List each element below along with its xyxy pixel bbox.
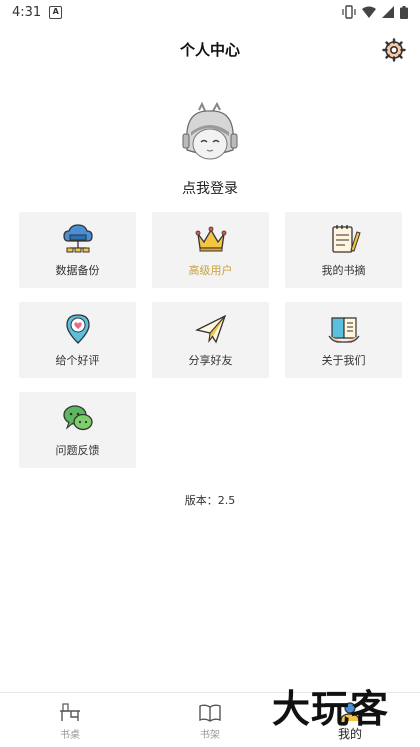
open-book-hands-icon [328,317,359,343]
status-bar: 4:31 A [0,0,420,24]
tab-label: 书桌 [60,729,80,741]
page-header: 个人中心 [0,36,420,64]
cloud-server-icon [62,224,93,253]
heart-pin-icon [65,314,90,344]
battery-icon [400,5,408,19]
menu-item-label: 给个好评 [55,354,100,367]
vibrate-icon [342,5,356,19]
menu-item-label: 问题反馈 [55,444,100,457]
menu-item-label: 数据备份 [55,264,100,277]
menu-item-about-us[interactable]: 关于我们 [285,302,402,378]
gear-icon[interactable] [382,38,406,62]
menu-item-data-backup[interactable]: 数据备份 [19,212,136,288]
paper-plane-icon [194,314,226,344]
notepad-icon [331,225,361,253]
menu-item-feedback[interactable]: 问题反馈 [19,392,136,468]
wifi-icon [362,6,376,18]
menu-item-share-friends[interactable]: 分享好友 [152,302,269,378]
menu-item-label: 高级用户 [188,264,233,277]
crown-icon [195,226,226,252]
tab-bookshelf[interactable]: 书架 [165,700,255,741]
menu-item-label: 关于我们 [321,354,366,367]
tab-desk[interactable]: 书桌 [25,700,115,741]
menu-item-premium-user[interactable]: 高级用户 [152,212,269,288]
page-title: 个人中心 [179,41,240,59]
watermark: 大玩客 [272,686,390,731]
notification-icon: A [49,5,63,19]
menu-item-label: 分享好友 [188,354,233,367]
menu-item-my-excerpts[interactable]: 我的书摘 [285,212,402,288]
bookshelf-icon [199,704,221,722]
menu-item-rate-app[interactable]: 给个好评 [19,302,136,378]
status-time: 4:31 [12,4,42,20]
login-link[interactable]: 点我登录 [0,178,420,198]
tab-label: 书架 [200,729,220,741]
menu-grid: 数据备份 高级用户 我的书摘 给个好评 分享好友 关于我们 问题反馈 [19,212,403,468]
profile-section: 点我登录 [0,101,420,198]
version-text: 版本：2.5 [184,494,236,507]
menu-item-label: 我的书摘 [321,264,366,277]
signal-icon [382,6,394,18]
chat-bubbles-icon [62,405,93,431]
avatar[interactable] [177,101,243,168]
desk-icon [60,702,80,721]
